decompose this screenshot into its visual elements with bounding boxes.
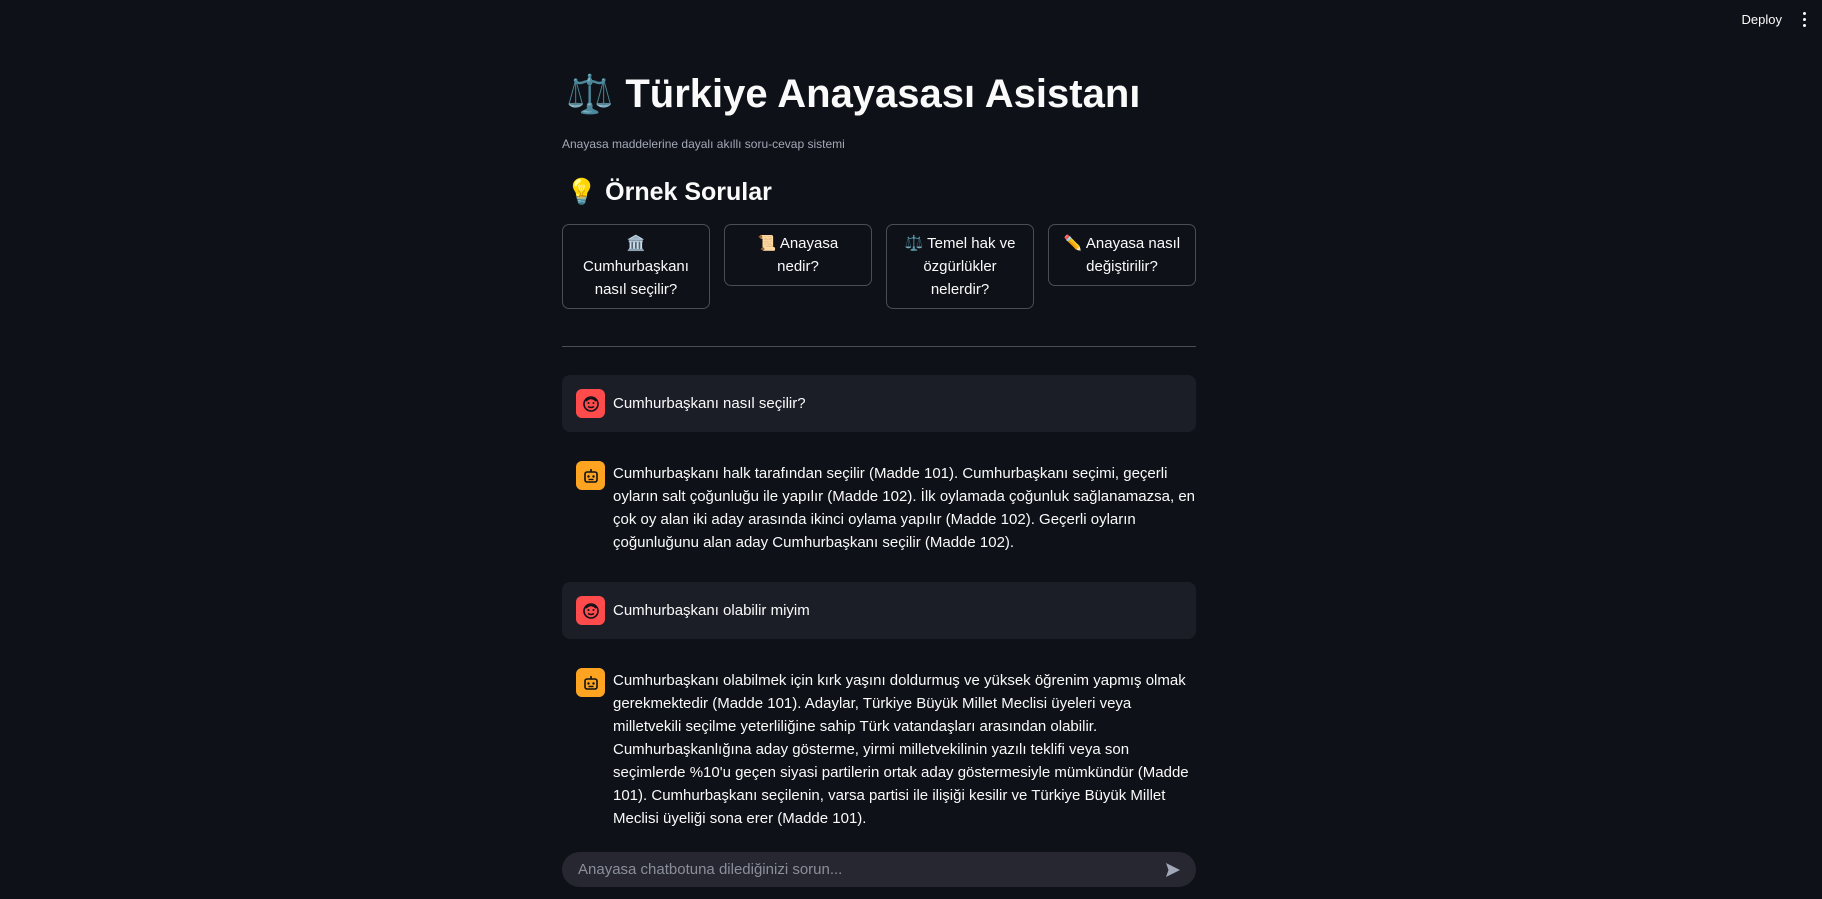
send-button[interactable] [1164, 861, 1182, 879]
pencil-icon: ✏️ [1063, 235, 1083, 252]
government-building-icon: 🏛️ [626, 235, 646, 252]
top-toolbar: Deploy [0, 0, 1822, 38]
example-button-label: Anayasa nedir? [777, 235, 839, 275]
divider [562, 346, 1196, 347]
examples-section-title-text: Örnek Sorular [605, 178, 772, 206]
balance-scale-icon: ⚖️ [904, 235, 924, 252]
chat-message-user: Cumhurbaşkanı olabilir miyim [562, 582, 1196, 639]
page-title: ⚖️ Türkiye Anayasası Asistanı [566, 72, 1140, 117]
example-button-label: Cumhurbaşkanı nasıl seçilir? [583, 258, 689, 298]
example-button-anayasa-degisikligi[interactable]: ✏️ Anayasa nasıl değiştirilir? [1048, 224, 1196, 286]
message-text: Cumhurbaşkanı olabilir miyim [613, 602, 810, 619]
example-button-cumhurbaskani[interactable]: 🏛️ Cumhurbaşkanı nasıl seçilir? [562, 224, 710, 309]
user-avatar-icon [576, 389, 605, 418]
chat-message-assistant: Cumhurbaşkanı olabilmek için kırk yaşını… [562, 655, 1196, 830]
examples-section-title: 💡 Örnek Sorular [566, 178, 772, 207]
chat-message-assistant: Cumhurbaşkanı halk tarafından seçilir (M… [562, 448, 1196, 554]
chat-message-user: Cumhurbaşkanı nasıl seçilir? [562, 375, 1196, 432]
send-icon [1166, 862, 1180, 877]
chat-input[interactable] [578, 861, 1164, 878]
page-title-text: Türkiye Anayasası Asistanı [625, 72, 1141, 116]
chat-input-bar [562, 852, 1196, 887]
user-avatar-icon [576, 596, 605, 625]
example-button-anayasa-nedir[interactable]: 📜 Anayasa nedir? [724, 224, 872, 286]
message-text: Cumhurbaşkanı olabilmek için kırk yaşını… [613, 672, 1189, 827]
scroll-icon: 📜 [757, 235, 777, 252]
example-button-label: Anayasa nasıl değiştirilir? [1085, 235, 1181, 275]
message-text: Cumhurbaşkanı nasıl seçilir? [613, 395, 806, 412]
message-text: Cumhurbaşkanı halk tarafından seçilir (M… [613, 465, 1195, 551]
balance-scale-icon: ⚖️ [566, 73, 614, 116]
example-button-label: Temel hak ve özgürlükler nelerdir? [923, 235, 1016, 298]
lightbulb-icon: 💡 [566, 178, 598, 206]
bot-avatar-icon [576, 461, 605, 490]
example-button-temel-haklar[interactable]: ⚖️ Temel hak ve özgürlükler nelerdir? [886, 224, 1034, 309]
deploy-button[interactable]: Deploy [1742, 12, 1782, 27]
example-questions: 🏛️ Cumhurbaşkanı nasıl seçilir? 📜 Anayas… [562, 224, 1196, 309]
page-subtitle: Anayasa maddelerine dayalı akıllı soru-c… [562, 137, 845, 151]
bot-avatar-icon [576, 668, 605, 697]
kebab-menu-icon[interactable] [1796, 11, 1812, 27]
